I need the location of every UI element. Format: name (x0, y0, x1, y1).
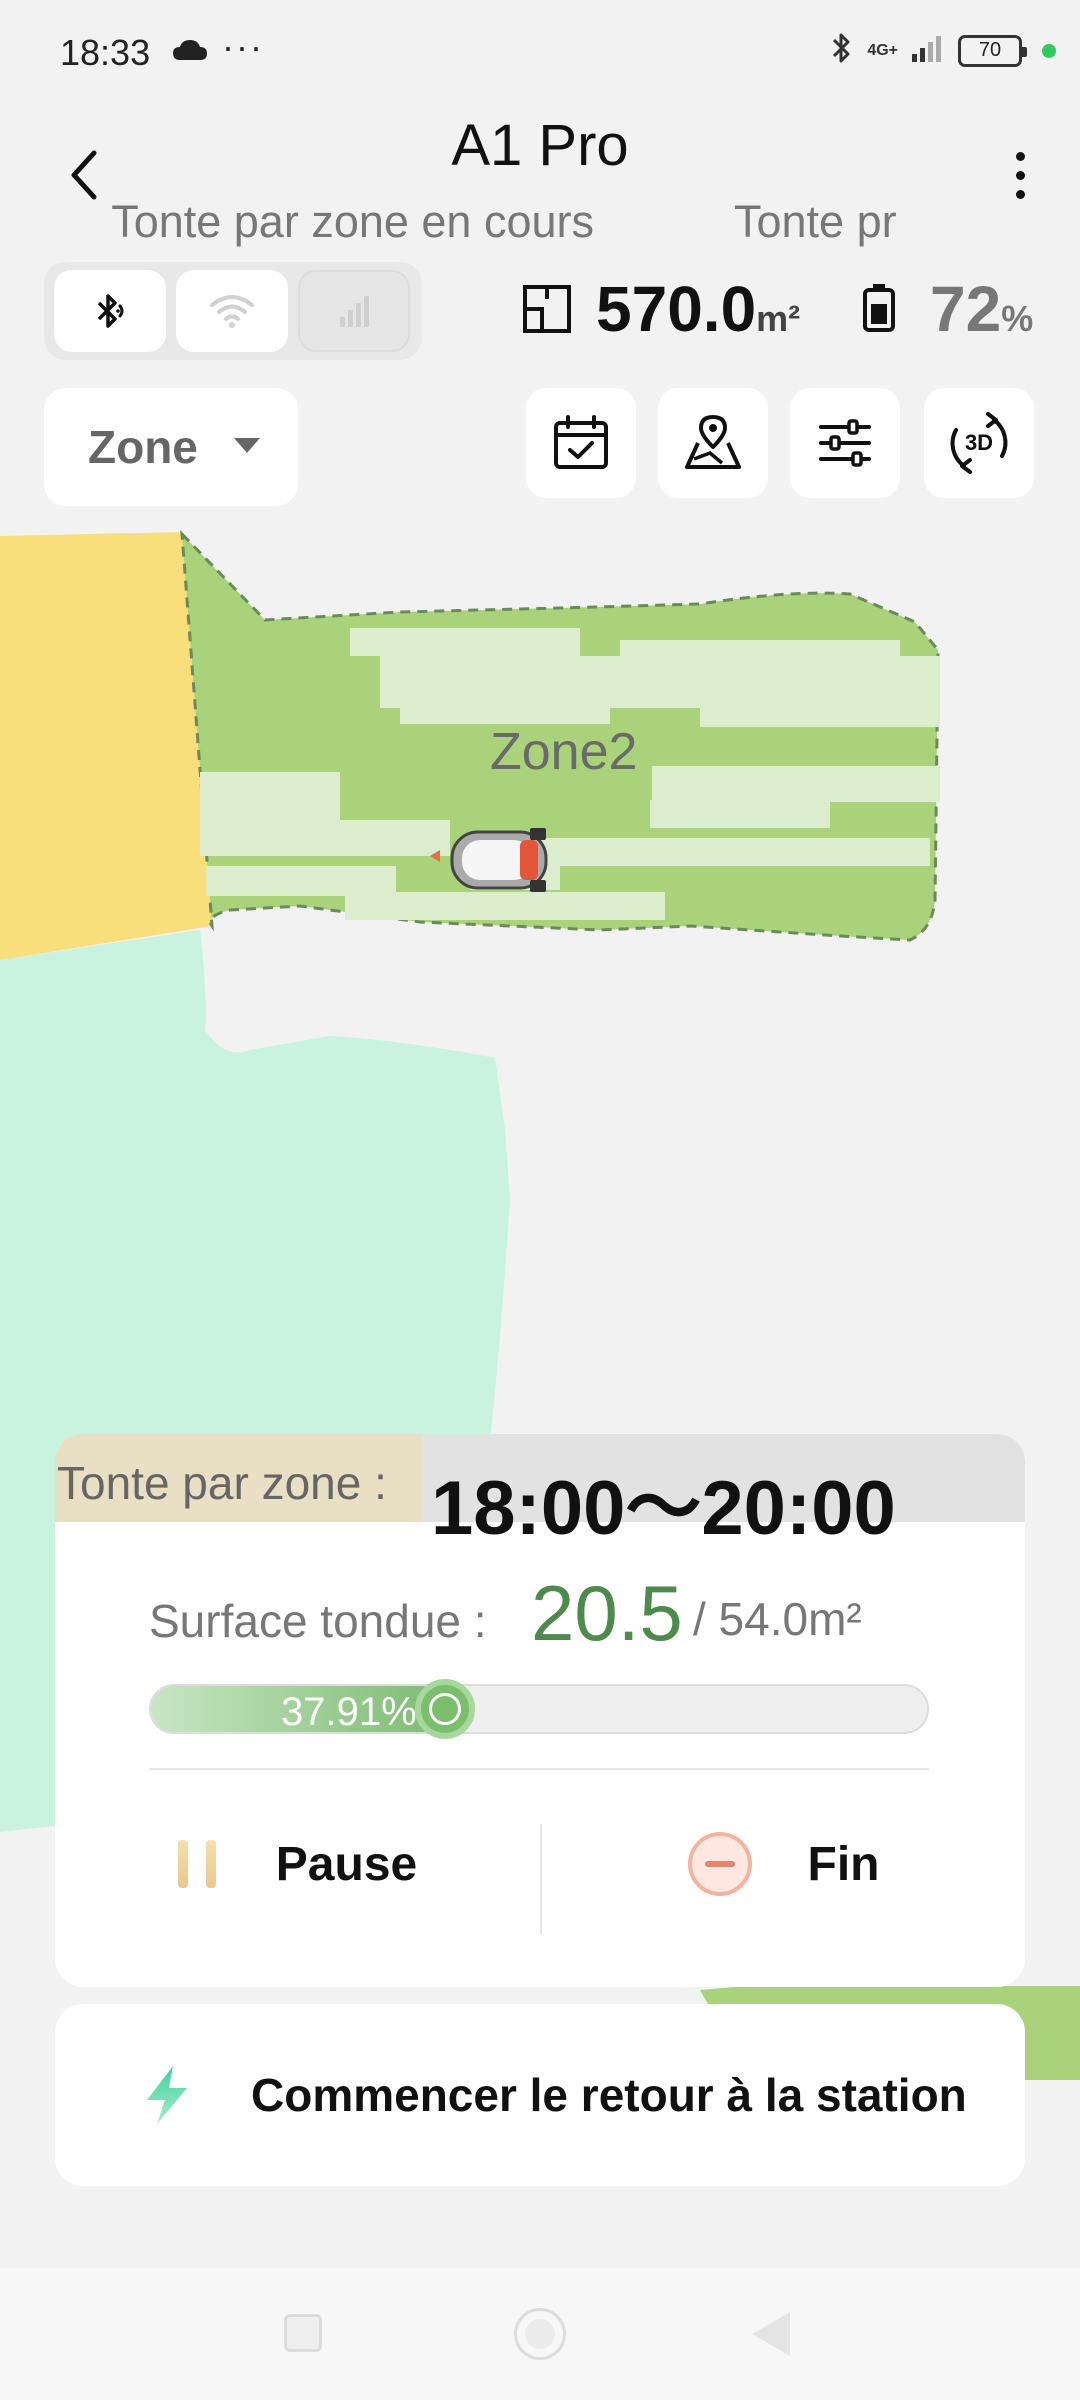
zone-dropdown-label: Zone (88, 421, 198, 473)
task-time-range: 18:00～20:00 (431, 1466, 896, 1551)
status-time: 18:33 (60, 32, 151, 73)
battery-level-unit: % (1001, 298, 1034, 339)
return-to-station-label: Commencer le retour à la station (251, 2069, 967, 2121)
stop-minus-icon (687, 1832, 752, 1896)
total-area-unit: m² (756, 298, 801, 339)
view-3d-label: 3D (965, 430, 993, 455)
map-pin-icon (685, 415, 741, 469)
status-ticker: Tonte par zone en cours Tonte pr (0, 192, 1080, 252)
cellular-signal-icon (340, 296, 369, 327)
pause-button-label: Pause (275, 1837, 418, 1891)
bluetooth-connection-button[interactable] (54, 270, 166, 352)
ticker-text-next: Tonte pr (734, 196, 897, 247)
battery-level: 70 (978, 39, 1002, 61)
total-area: 570.0m² (596, 272, 800, 346)
settings-button[interactable] (790, 388, 900, 498)
mowing-progress-text: 37.91% (281, 1690, 417, 1734)
signal-icon (910, 32, 946, 69)
map-zone-label: Zone2 (490, 723, 638, 781)
system-nav-bar (0, 2268, 1080, 2400)
pause-icon (177, 1840, 216, 1888)
more-vertical-icon (1015, 151, 1025, 161)
total-area-value: 570.0 (596, 273, 757, 345)
map-zone-yellow (0, 532, 212, 960)
mowing-progress-bar: 37.91% (149, 1679, 929, 1739)
view-3d-button[interactable]: 3D (924, 388, 1034, 498)
status-right: 4G+ 70 (829, 30, 1056, 71)
zone-dropdown[interactable]: Zone (44, 388, 298, 506)
caret-down-icon (234, 438, 260, 453)
wifi-icon (210, 295, 254, 328)
schedule-button[interactable] (526, 388, 636, 498)
privacy-indicator-dot (1042, 43, 1056, 58)
floor-plan-icon (522, 284, 572, 339)
end-task-button-label: Fin (807, 1837, 880, 1891)
card-divider (149, 1768, 929, 1770)
map-edit-button[interactable] (658, 388, 768, 498)
more-dots-icon: ··· (222, 26, 264, 67)
bluetooth-icon (97, 294, 124, 328)
task-header: Tonte par zone : 18:00～20:00 (55, 1434, 1025, 1551)
back-triangle-icon[interactable] (752, 2312, 790, 2356)
cellular-connection-button[interactable] (298, 270, 410, 352)
pause-button[interactable]: Pause (55, 1804, 540, 1924)
calendar-check-icon (554, 415, 608, 469)
sliders-icon (819, 419, 871, 467)
ticker-text-current: Tonte par zone en cours (111, 196, 594, 247)
rotate-3d-icon: 3D (950, 412, 1008, 474)
surface-label: Surface tondue : (149, 1595, 487, 1647)
wifi-connection-button[interactable] (176, 270, 288, 352)
page-title: A1 Pro (451, 113, 629, 178)
mowing-task-card: Tonte par zone : 18:00～20:00 Surface ton… (55, 1434, 1025, 1987)
connection-selector (44, 262, 422, 360)
cloud-icon (172, 38, 208, 67)
battery-icon: 70 (958, 34, 1027, 67)
network-type: 4G+ (867, 41, 898, 59)
battery-icon (862, 282, 896, 337)
progress-knob-icon (415, 1679, 475, 1739)
recent-apps-icon[interactable] (284, 2314, 322, 2352)
surface-total-value: / 54.0m² (693, 1593, 862, 1645)
bluetooth-icon (829, 30, 855, 71)
home-icon[interactable] (514, 2308, 566, 2360)
battery-level-value: 72 (930, 273, 1002, 345)
task-mode-label: Tonte par zone : (55, 1434, 421, 1522)
lightning-charge-icon (139, 2064, 195, 2131)
battery-level-display: 72% (930, 272, 1033, 346)
return-to-station-button[interactable]: Commencer le retour à la station (55, 2004, 1025, 2186)
status-bar: 18:33 ··· 4G+ 70 (0, 0, 1080, 110)
surface-mowed-value: 20.5 (531, 1569, 683, 1657)
end-task-button[interactable]: Fin (542, 1804, 1025, 1924)
